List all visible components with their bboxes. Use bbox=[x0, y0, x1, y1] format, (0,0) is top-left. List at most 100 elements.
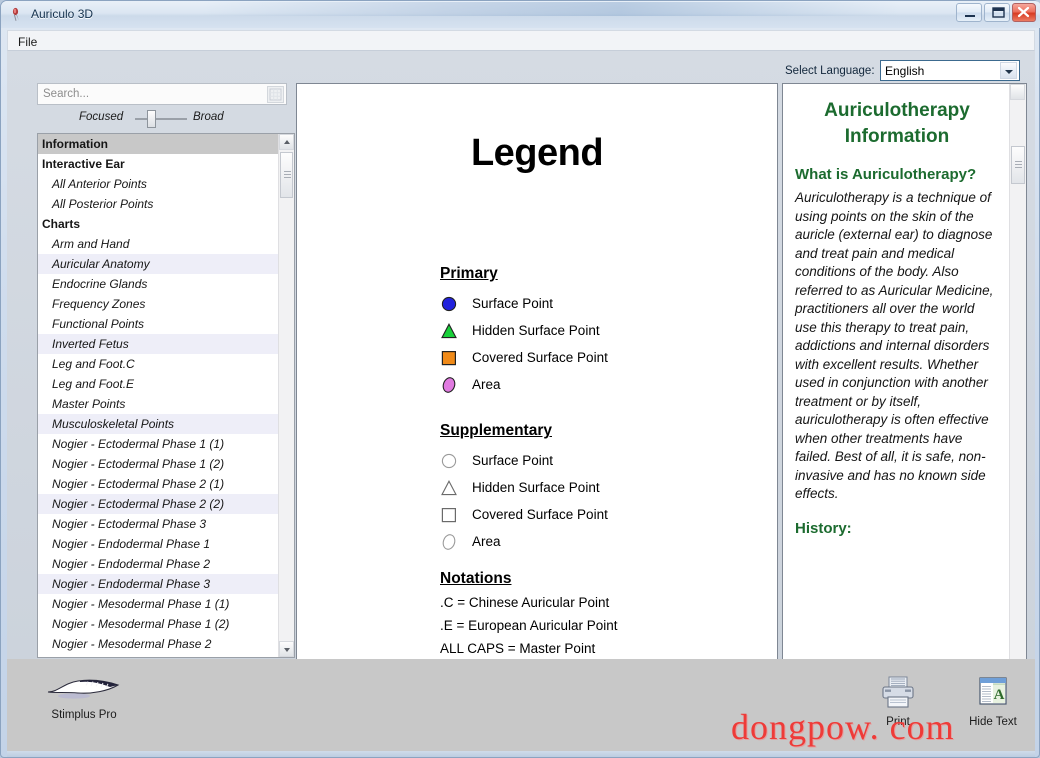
information-sections: What is Auriculotherapy? Auriculotherapy … bbox=[795, 164, 999, 539]
legend-item: Covered Surface Point bbox=[440, 344, 608, 371]
menu-bar: File bbox=[7, 30, 1035, 51]
search-grid-icon[interactable] bbox=[267, 86, 284, 103]
list-item[interactable]: Nogier - Endodermal Phase 2 bbox=[38, 554, 280, 574]
language-label: Select Language: bbox=[785, 65, 875, 77]
filled-circle-icon bbox=[440, 294, 464, 314]
list-item[interactable]: Leg and Foot.E bbox=[38, 374, 280, 394]
stimplus-pro-button[interactable]: Stimplus Pro bbox=[29, 672, 139, 721]
list-item[interactable]: Leg and Foot.C bbox=[38, 354, 280, 374]
legend-item-label: Surface Point bbox=[472, 296, 553, 311]
legend-section-heading: Notations bbox=[440, 570, 617, 588]
scrollbar-thumb[interactable] bbox=[1011, 146, 1025, 184]
chevron-down-icon[interactable] bbox=[1000, 62, 1017, 79]
list-item[interactable]: Arm and Hand bbox=[38, 234, 280, 254]
info-section-heading: What is Auriculotherapy? bbox=[795, 164, 999, 185]
scope-slider[interactable]: Focused Broad bbox=[37, 109, 287, 129]
scrollbar-thumb[interactable] bbox=[280, 152, 293, 198]
list-item[interactable]: Musculoskeletal Points bbox=[38, 414, 280, 434]
slider-track[interactable] bbox=[135, 118, 187, 120]
legend-section-heading: Supplementary bbox=[440, 422, 608, 440]
list-item[interactable]: Functional Points bbox=[38, 314, 280, 334]
scroll-down-arrow-icon[interactable] bbox=[279, 641, 294, 657]
list-item[interactable]: Nogier - Endodermal Phase 3 bbox=[38, 574, 280, 594]
list-item[interactable]: All Anterior Points bbox=[38, 174, 280, 194]
list-item[interactable]: Frequency Zones bbox=[38, 294, 280, 314]
list-item[interactable]: All Posterior Points bbox=[38, 194, 280, 214]
window-bottom-edge bbox=[7, 751, 1035, 757]
scroll-up-arrow-icon[interactable] bbox=[1010, 84, 1025, 100]
stimplus-pro-label: Stimplus Pro bbox=[29, 709, 139, 721]
information-panel: Auriculotherapy Information What is Auri… bbox=[782, 83, 1027, 711]
list-item[interactable]: Nogier - Mesodermal Phase 2 bbox=[38, 634, 280, 654]
stimplus-probe-icon bbox=[44, 691, 124, 705]
scroll-up-arrow-icon[interactable] bbox=[279, 134, 294, 150]
list-group-header[interactable]: Interactive Ear bbox=[38, 154, 280, 174]
navigation-list-scrollbar[interactable] bbox=[278, 134, 294, 657]
navigation-list: InformationInteractive EarAll Anterior P… bbox=[37, 133, 295, 658]
legend-item: Hidden Surface Point bbox=[440, 317, 608, 344]
list-item[interactable]: Auricular Anatomy bbox=[38, 254, 280, 274]
legend-section-notations: Notations .C = Chinese Auricular Point.E… bbox=[440, 570, 617, 664]
info-section-body: Auriculotherapy is a technique of using … bbox=[795, 189, 999, 504]
window-title: Auriculo 3D bbox=[31, 7, 93, 21]
information-panel-title: Auriculotherapy Information bbox=[795, 98, 999, 150]
slider-label-focused: Focused bbox=[79, 111, 123, 123]
list-item[interactable]: Nogier - Ectodermal Phase 3 bbox=[38, 514, 280, 534]
list-group-header[interactable]: Charts bbox=[38, 214, 280, 234]
close-button[interactable] bbox=[1012, 3, 1036, 22]
list-item[interactable]: Nogier - Endodermal Phase 1 bbox=[38, 534, 280, 554]
menu-item-file[interactable]: File bbox=[14, 34, 41, 50]
list-group-header[interactable]: Information bbox=[38, 134, 280, 154]
legend-item-label: Hidden Surface Point bbox=[472, 323, 600, 338]
legend-title: Legend bbox=[297, 132, 777, 175]
legend-item-label: Covered Surface Point bbox=[472, 507, 608, 522]
language-select[interactable]: English bbox=[880, 60, 1020, 81]
title-bar-texture bbox=[201, 2, 901, 16]
legend-section-primary: Primary Surface PointHidden Surface Poin… bbox=[440, 265, 608, 398]
list-item[interactable]: Nogier - Ectodermal Phase 1 (1) bbox=[38, 434, 280, 454]
watermark: dongpow. com bbox=[731, 706, 955, 748]
outline-triangle-icon bbox=[440, 478, 464, 498]
outline-square-icon bbox=[440, 505, 464, 525]
app-pin-icon bbox=[10, 7, 25, 22]
list-item[interactable]: Nogier - Mesodermal Phase 1 (1) bbox=[38, 594, 280, 614]
legend-item: Hidden Surface Point bbox=[440, 474, 608, 501]
info-section-heading: History: bbox=[795, 518, 999, 539]
list-item[interactable]: Endocrine Glands bbox=[38, 274, 280, 294]
language-selected-value: English bbox=[885, 64, 924, 78]
filled-ellipse-icon bbox=[440, 375, 464, 395]
outline-circle-icon bbox=[440, 451, 464, 471]
list-item[interactable]: Nogier - Mesodermal Phase 1 (2) bbox=[38, 614, 280, 634]
outline-ellipse-icon bbox=[440, 532, 464, 552]
list-item[interactable]: Inverted Fetus bbox=[38, 334, 280, 354]
navigation-list-scroll-content: InformationInteractive EarAll Anterior P… bbox=[38, 134, 280, 657]
search-input[interactable]: Search... bbox=[37, 83, 287, 105]
legend-item-label: Hidden Surface Point bbox=[472, 480, 600, 495]
legend-item: Area bbox=[440, 528, 608, 555]
language-selector-row: Select Language: English bbox=[777, 59, 1027, 85]
legend-items-supplementary: Surface Point Hidden Surface Point Covered… bbox=[440, 447, 608, 555]
minimize-button[interactable] bbox=[956, 3, 982, 22]
scrollbar-grip-icon bbox=[284, 171, 291, 178]
hide-text-icon: A bbox=[975, 700, 1011, 714]
list-item[interactable]: Master Points bbox=[38, 394, 280, 414]
client-area: Select Language: English Search... Focus… bbox=[7, 51, 1035, 659]
list-item[interactable]: Nogier - Ectodermal Phase 2 (1) bbox=[38, 474, 280, 494]
notation-line: .E = European Auricular Point bbox=[440, 618, 617, 641]
information-panel-content: Auriculotherapy Information What is Auri… bbox=[783, 84, 1011, 710]
legend-item-label: Area bbox=[472, 377, 501, 392]
hide-text-button[interactable]: A Hide Text bbox=[962, 675, 1024, 728]
legend-item-label: Covered Surface Point bbox=[472, 350, 608, 365]
information-panel-scrollbar[interactable] bbox=[1009, 84, 1026, 710]
slider-thumb[interactable] bbox=[147, 110, 156, 128]
legend-section-supplementary: Supplementary Surface Point Hidden Surfac… bbox=[440, 422, 608, 555]
sidebar: Search... Focused Broad InformationInter… bbox=[31, 83, 293, 659]
maximize-button[interactable] bbox=[984, 3, 1010, 22]
filled-triangle-icon bbox=[440, 321, 464, 341]
legend-item-label: Surface Point bbox=[472, 453, 553, 468]
list-item[interactable]: Nogier - Ectodermal Phase 2 (2) bbox=[38, 494, 280, 514]
title-bar: Auriculo 3D bbox=[1, 1, 1040, 28]
search-placeholder: Search... bbox=[43, 88, 89, 100]
legend-item-label: Area bbox=[472, 534, 501, 549]
list-item[interactable]: Nogier - Ectodermal Phase 1 (2) bbox=[38, 454, 280, 474]
